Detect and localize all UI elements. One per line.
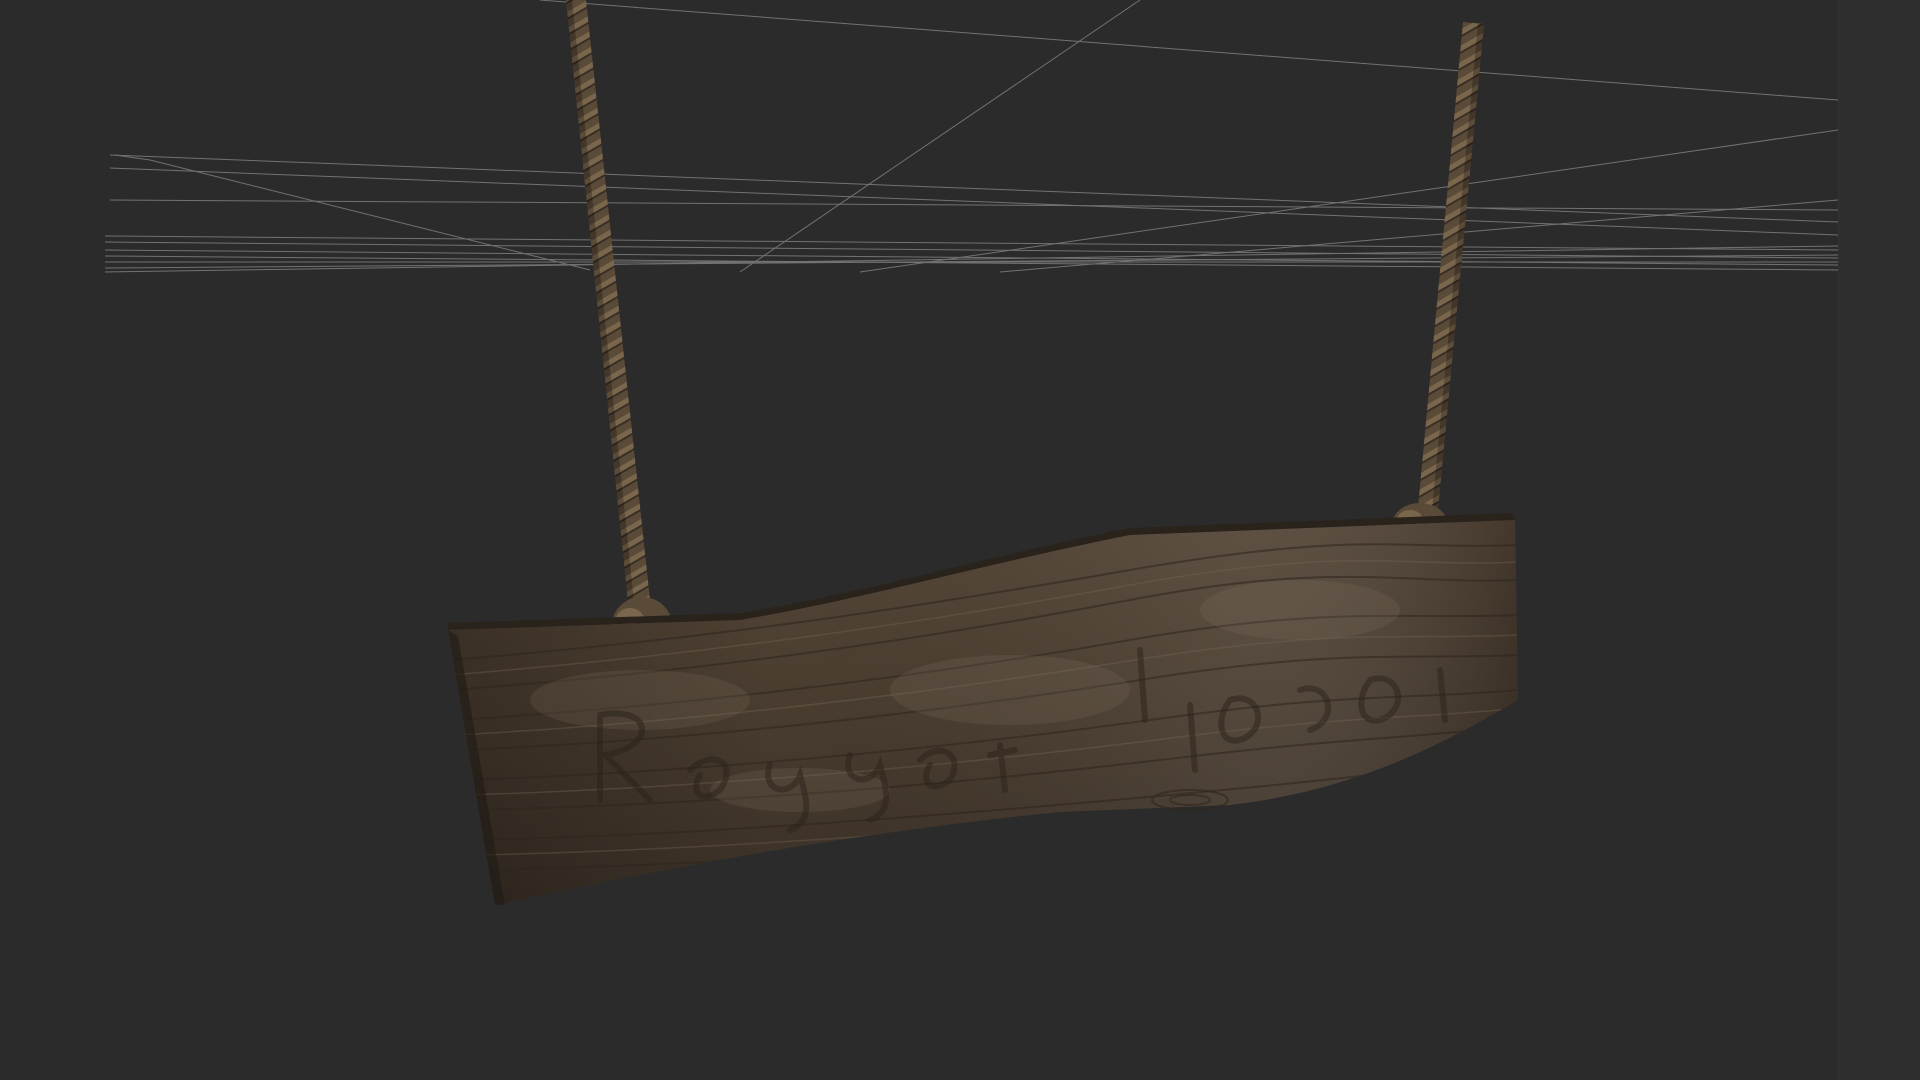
wooden-sign-plank — [448, 513, 1518, 905]
3d-viewport[interactable] — [0, 0, 1920, 1080]
right-rope — [1392, 22, 1484, 547]
left-rope — [566, 0, 672, 653]
scene-render — [104, 0, 1839, 905]
wireframe-gizmo — [104, 0, 1839, 273]
